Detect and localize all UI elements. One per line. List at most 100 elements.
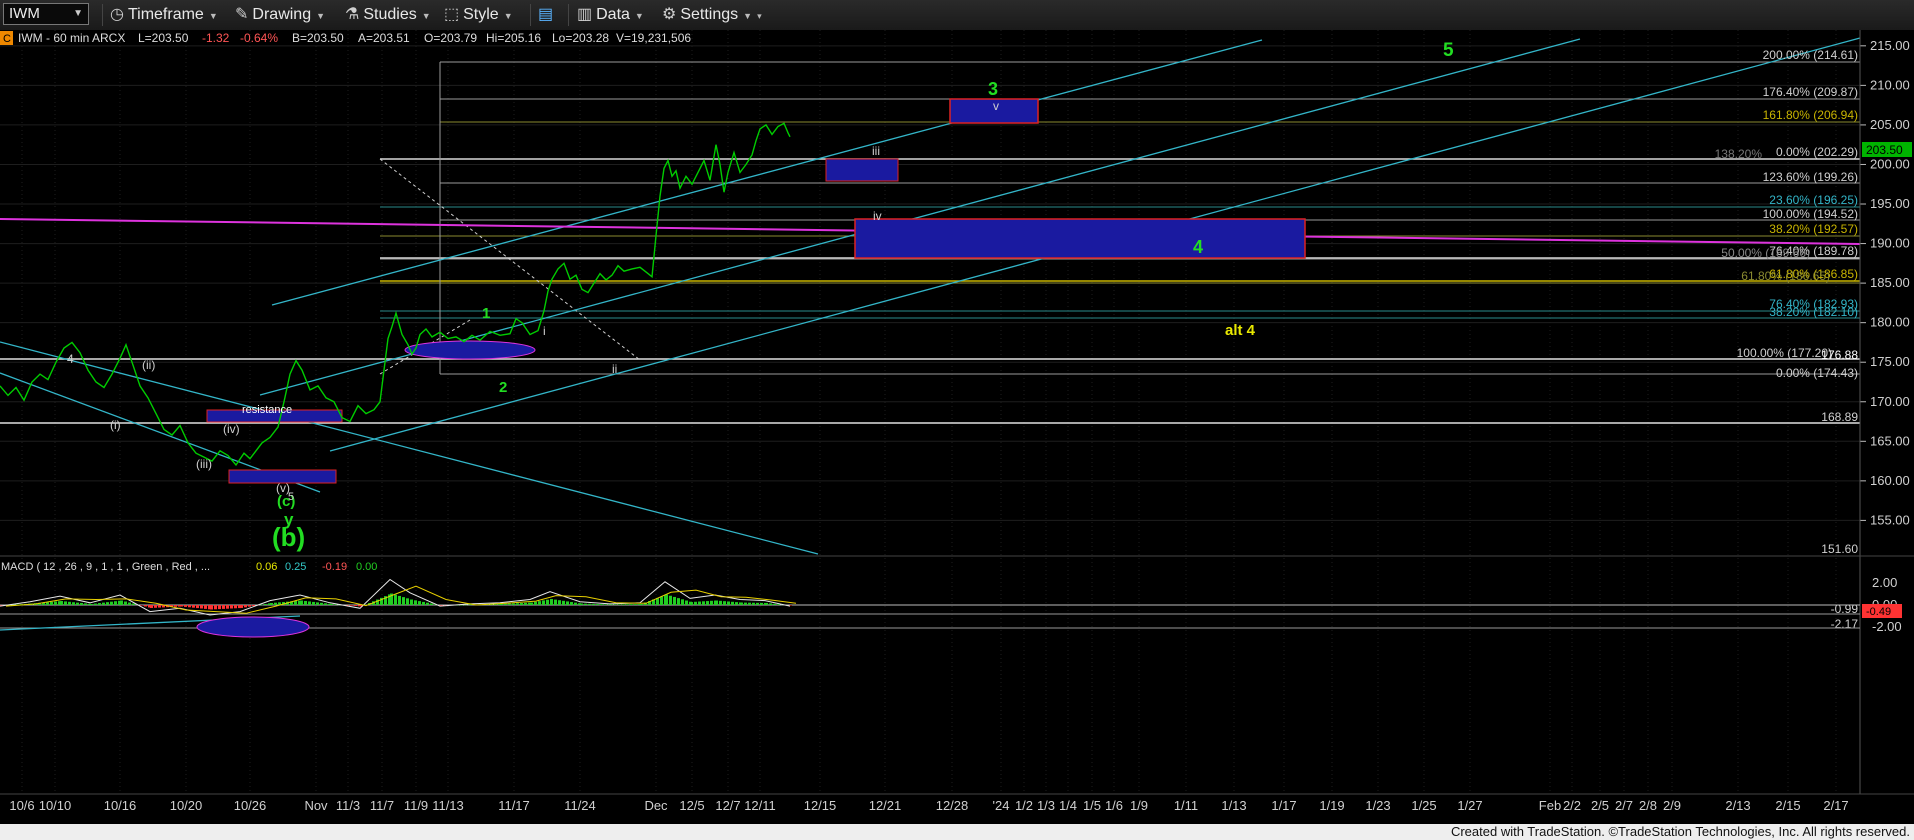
macd-ellipse: [196, 616, 310, 638]
time-tick-label: 11/17: [498, 798, 530, 813]
chevron-down-icon: ▼: [208, 11, 218, 21]
time-tick-label: 2/7: [1615, 798, 1633, 813]
wave-iii-paren-label: (iii): [196, 457, 212, 471]
fib-label: 0.00% (202.29): [1776, 145, 1858, 159]
macd-value-2: 0.25: [285, 561, 306, 573]
chevron-down-icon[interactable]: ▼: [73, 4, 83, 24]
last-price-value: 203.50: [1866, 143, 1903, 157]
macd-bar: [90, 604, 93, 605]
time-tick-label: 2/9: [1663, 798, 1681, 813]
drawing-label: Drawing: [252, 6, 312, 23]
wave-1-ellipse: [404, 340, 536, 360]
price-tick-label: 175.00: [1870, 354, 1910, 369]
macd-bar: [64, 601, 67, 605]
time-tick-label: 2/5: [1591, 798, 1609, 813]
style-menu[interactable]: ⬚ Style ▼: [444, 5, 513, 25]
price-chart[interactable]: C IWM - 60 min ARCX L=203.50 -1.32 -0.64…: [0, 30, 1914, 824]
macd-bar: [634, 604, 637, 605]
macd-bar: [124, 601, 127, 605]
macd-bar: [300, 600, 303, 605]
settings-menu[interactable]: ⚙ Settings ▼ ▾: [662, 5, 762, 25]
wave-iv-small-label: iv: [873, 209, 882, 223]
main-toolbar: IWM ▼ ◷ Timeframe ▼ ✎ Drawing ▼ ⚗ Studies ▼ ⬚ S…: [0, 0, 1914, 31]
macd-bar: [630, 604, 633, 605]
macd-bar: [520, 603, 523, 605]
macd-bar: [154, 605, 157, 608]
macd-bar: [760, 602, 763, 605]
macd-bar: [604, 604, 607, 605]
macd-bar: [516, 603, 519, 605]
toolbar-divider: [102, 4, 103, 26]
time-tick-label: 11/3: [336, 798, 360, 813]
timeframe-menu[interactable]: ◷ Timeframe ▼: [110, 5, 218, 25]
macd-bar: [710, 600, 713, 605]
studies-menu[interactable]: ⚗ Studies ▼: [345, 5, 431, 25]
macd-bar: [740, 602, 743, 605]
macd-bar: [402, 597, 405, 605]
settings-label: Settings: [680, 6, 739, 23]
time-tick-label: 12/5: [679, 798, 704, 813]
wave-5-small-label: 5: [288, 491, 294, 503]
macd-bar: [102, 602, 105, 605]
macd-bar: [727, 601, 730, 605]
macd-bar: [789, 605, 792, 606]
fib-label: -2.17: [1831, 617, 1859, 631]
fib-label: 176.40% (209.87): [1763, 85, 1858, 99]
timeframe-label: Timeframe: [127, 6, 204, 23]
macd-bar: [114, 601, 117, 605]
time-tick-label: 1/11: [1174, 798, 1198, 813]
chart-area[interactable]: C IWM - 60 min ARCX L=203.50 -1.32 -0.64…: [0, 30, 1914, 840]
data-menu[interactable]: ▥ Data ▼: [577, 5, 644, 25]
macd-bar: [550, 599, 553, 605]
macd-bar: [76, 602, 79, 605]
macd-bar: [54, 601, 57, 605]
macd-bar: [723, 601, 726, 605]
time-tick-label: 1/25: [1411, 798, 1436, 813]
macd-bar: [158, 605, 161, 608]
macd-bar: [538, 601, 541, 605]
wave-1-label: 1: [482, 305, 490, 322]
wave-i-paren-label: (i): [110, 418, 121, 432]
macd-bar: [542, 600, 545, 605]
time-tick-label: 10/10: [39, 798, 72, 813]
macd-bar: [394, 594, 397, 605]
macd-bar: [270, 603, 273, 605]
macd-bar: [735, 602, 738, 605]
macd-bar: [84, 603, 87, 605]
data-label: Data: [596, 6, 630, 23]
macd-bar: [240, 605, 243, 608]
time-tick-label: 1/13: [1221, 798, 1246, 813]
macd-bar: [765, 603, 768, 605]
macd-bar: [316, 602, 319, 605]
layout-toggle-button[interactable]: ▤: [538, 5, 557, 25]
time-tick-label: Feb: [1539, 798, 1561, 813]
macd-bar: [694, 601, 697, 605]
macd-bar: [248, 605, 251, 607]
time-tick-label: 1/27: [1457, 798, 1482, 813]
macd-bar: [110, 601, 113, 605]
toolbar-divider: [530, 4, 531, 26]
macd-bar: [150, 605, 153, 608]
macd-bar: [570, 602, 573, 605]
wave-4-support-box: [854, 218, 1306, 259]
macd-bar: [94, 603, 97, 605]
macd-bar: [244, 605, 247, 608]
time-tick-label: 10/6: [9, 798, 34, 813]
time-tick-label: 12/7: [715, 798, 740, 813]
symbol-input[interactable]: IWM ▼: [3, 3, 89, 25]
macd-bar: [312, 601, 315, 605]
macd-bar: [622, 604, 625, 605]
fib-label: 0.00% (174.43): [1776, 366, 1858, 380]
wave-2-label: 2: [499, 379, 507, 396]
drawing-menu[interactable]: ✎ Drawing ▼: [235, 5, 325, 25]
wave-3-label: 3: [988, 79, 998, 99]
macd-bar: [690, 602, 693, 605]
fib-label: 50.00% (189.66): [1721, 246, 1810, 260]
pct-change: -0.64%: [240, 31, 278, 45]
macd-bar: [580, 603, 583, 605]
macd-bar: [508, 603, 511, 605]
time-tick-label: 11/13: [432, 798, 464, 813]
pencil-icon: ✎: [235, 6, 249, 23]
macd-bar: [600, 604, 603, 605]
time-tick-label: 1/23: [1365, 798, 1390, 813]
